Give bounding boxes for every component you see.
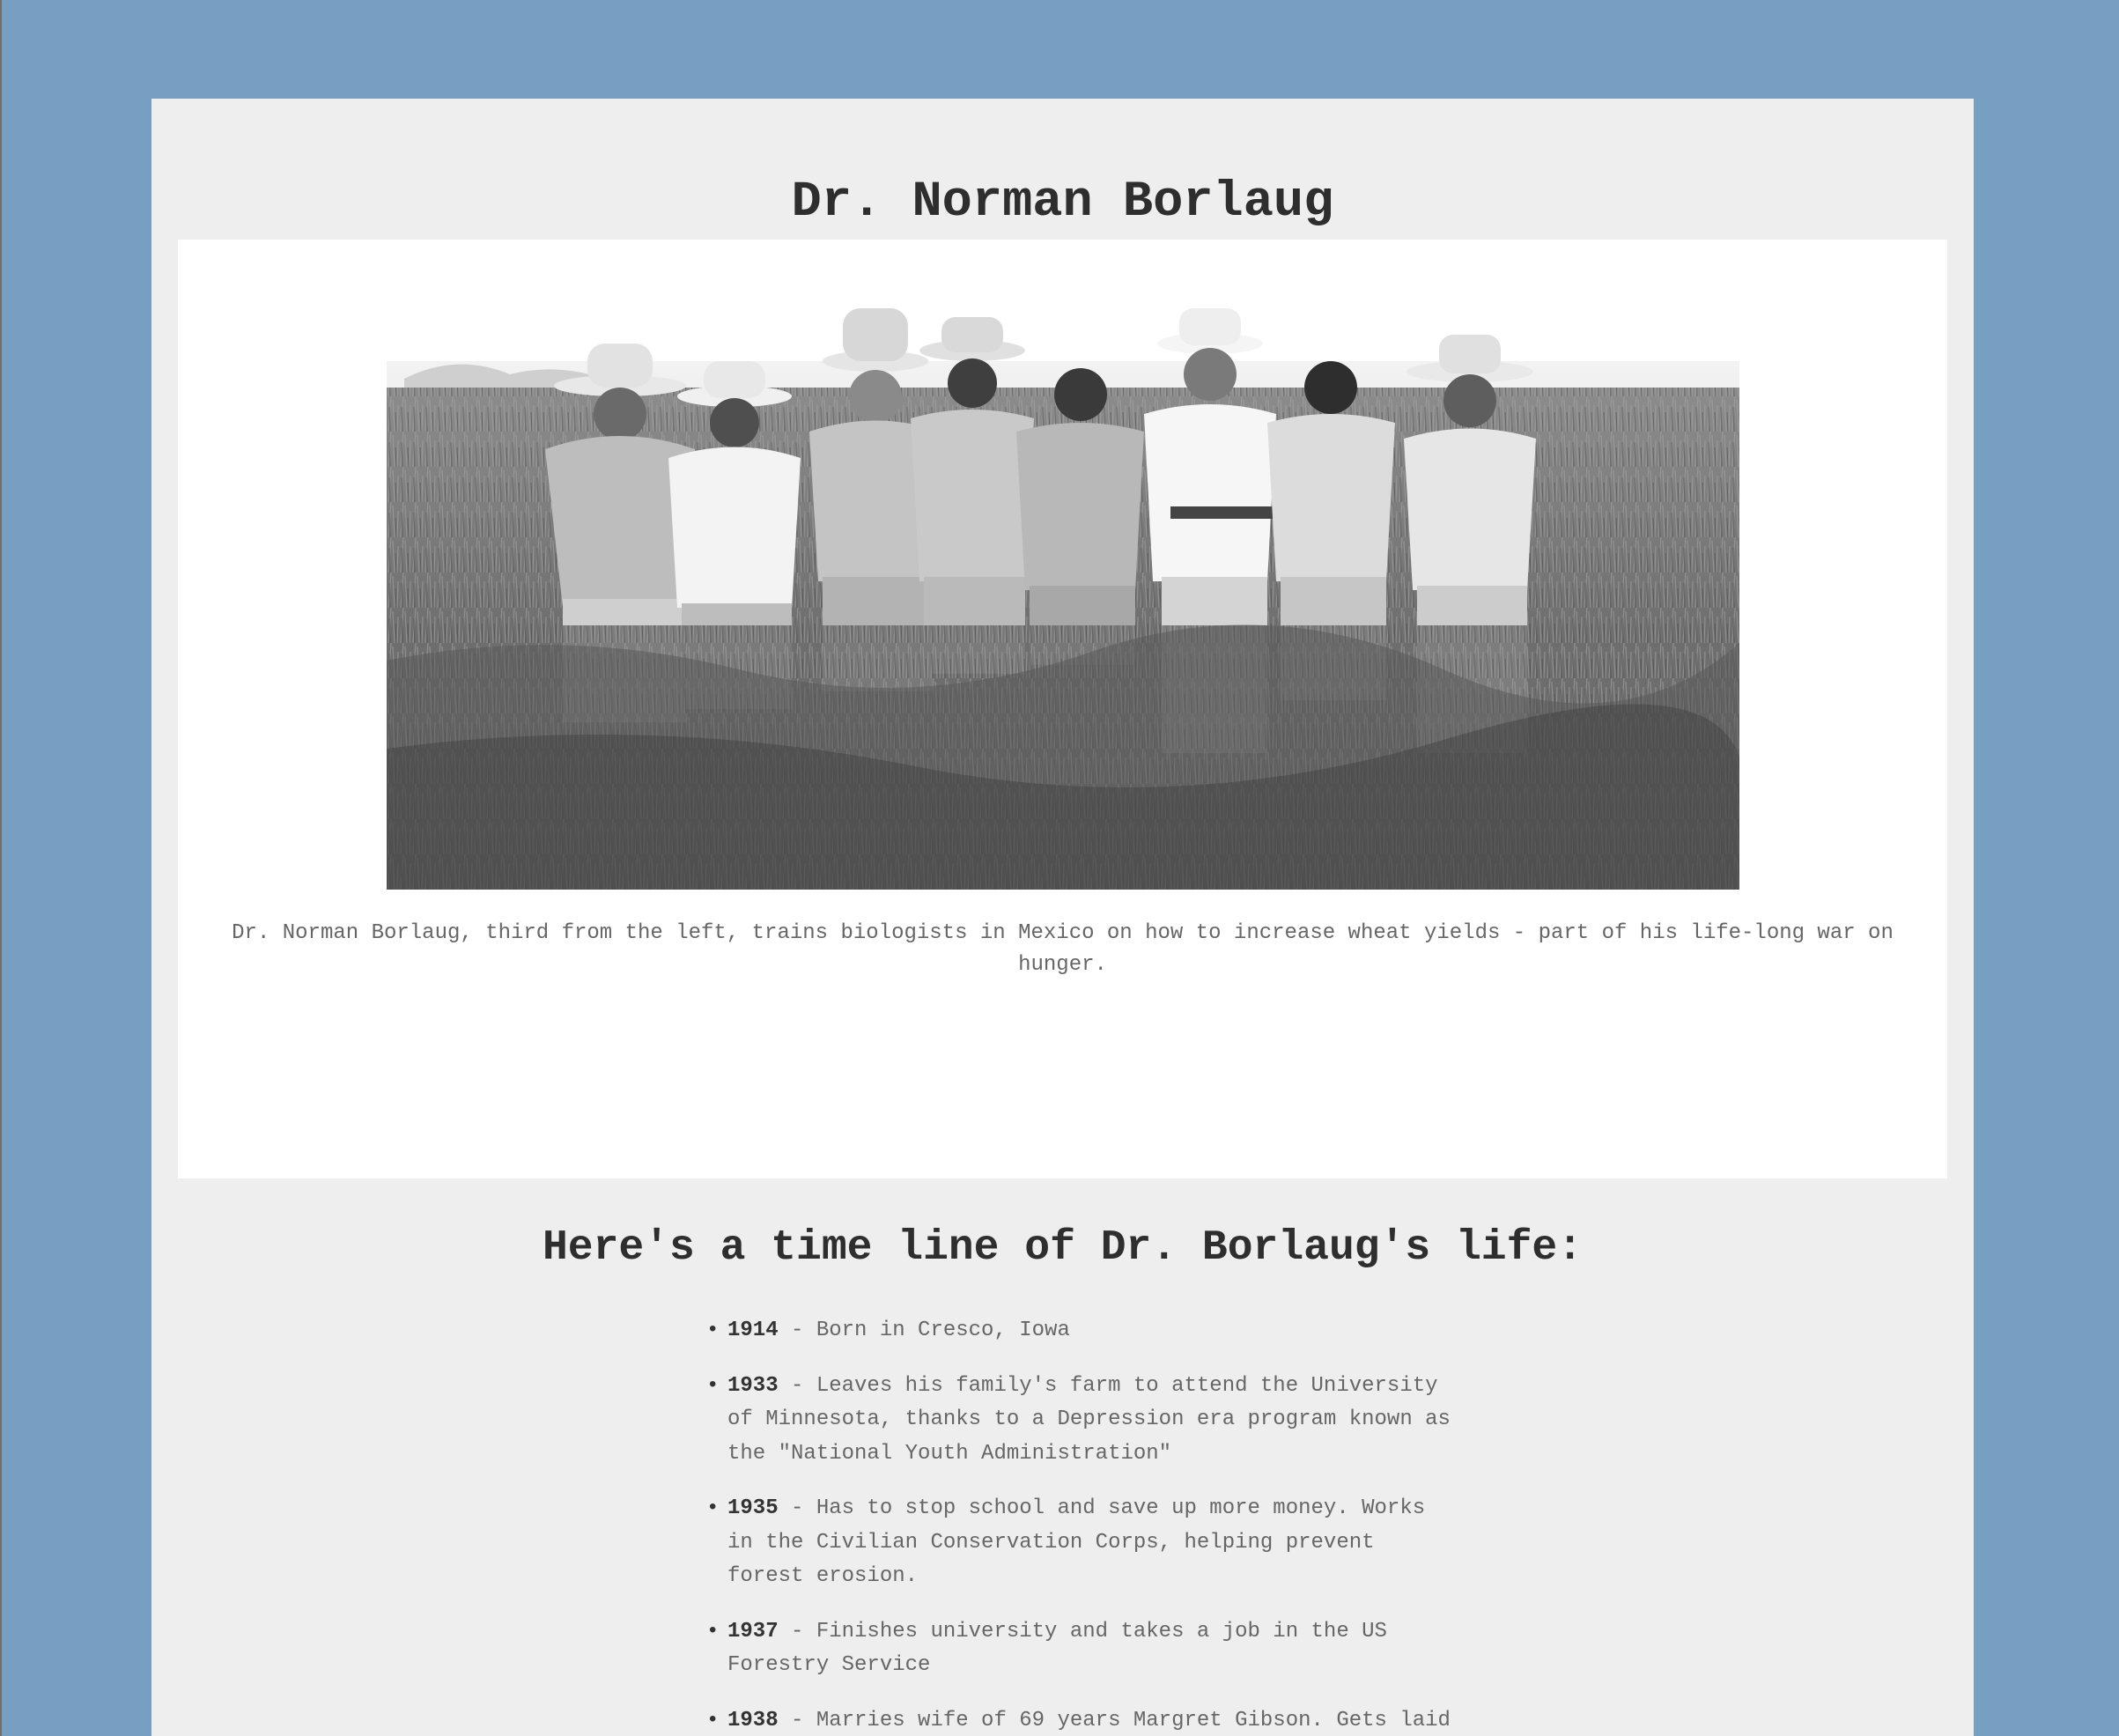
timeline-year: 1937 <box>727 1619 779 1644</box>
photo-figure: Dr. Norman Borlaug, third from the left,… <box>178 240 1947 1178</box>
timeline-text: - Has to stop school and save up more mo… <box>727 1496 1426 1588</box>
timeline-text: - Leaves his family's farm to attend the… <box>727 1373 1451 1466</box>
field-photo <box>387 291 1739 890</box>
timeline-item: • 1938 - Marries wife of 69 years Margre… <box>706 1704 1455 1736</box>
page-container: Dr. Norman Borlaug Dr. Norman Borlaug, t… <box>151 99 1974 1736</box>
timeline-item: • 1937 - Finishes university and takes a… <box>706 1615 1455 1683</box>
timeline-year: 1914 <box>727 1319 779 1342</box>
timeline-item: • 1935 - Has to stop school and save up … <box>706 1492 1455 1594</box>
timeline-item: • 1914 - Born in Cresco, Iowa <box>706 1314 1455 1348</box>
page-title: Dr. Norman Borlaug <box>791 174 1334 231</box>
bullet-dot-icon: • <box>706 1319 720 1342</box>
timeline-text: - Marries wife of 69 years Margret Gibso… <box>791 1708 1451 1732</box>
timeline-text: - Finishes university and takes a job in… <box>727 1619 1387 1678</box>
photo-caption: Dr. Norman Borlaug, third from the left,… <box>232 921 1894 977</box>
timeline-text: - Born in Cresco, Iowa <box>778 1319 1070 1342</box>
timeline-year: 1935 <box>727 1496 779 1520</box>
timeline-heading: Here's a time line of Dr. Borlaug's life… <box>543 1224 1583 1272</box>
timeline-year: 1933 <box>727 1373 779 1398</box>
timeline-item: • 1933 - Leaves his family's farm to att… <box>706 1370 1455 1472</box>
timeline-year: 1938 <box>727 1708 779 1732</box>
bullet-dot-icon: • <box>706 1619 720 1644</box>
timeline-list: • 1914 - Born in Cresco, Iowa • 1933 - L… <box>706 1314 1455 1736</box>
bullet-dot-icon: • <box>706 1708 720 1732</box>
bullet-dot-icon: • <box>706 1373 720 1398</box>
bullet-dot-icon: • <box>706 1496 720 1520</box>
